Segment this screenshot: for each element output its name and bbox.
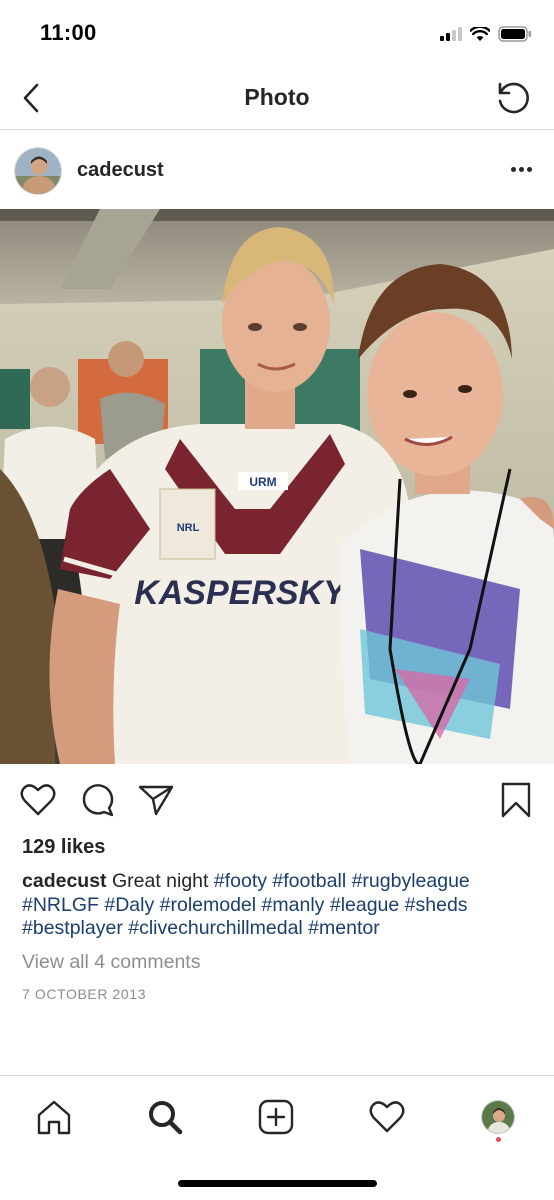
bookmark-icon bbox=[501, 782, 531, 818]
tab-profile[interactable] bbox=[475, 1094, 521, 1140]
hashtag[interactable]: #rolemodel bbox=[160, 894, 256, 916]
hashtag[interactable]: #rugbyleague bbox=[352, 870, 470, 892]
page-title: Photo bbox=[244, 84, 310, 110]
notification-dot bbox=[496, 1137, 501, 1142]
jersey-badge-text: NRL bbox=[177, 522, 200, 534]
tab-home[interactable] bbox=[31, 1094, 77, 1140]
hashtag[interactable]: #clivechurchillmedal bbox=[128, 917, 303, 939]
tab-activity[interactable] bbox=[364, 1094, 410, 1140]
more-dots-icon bbox=[510, 166, 516, 172]
share-button[interactable] bbox=[136, 780, 176, 820]
hashtag[interactable]: #footy bbox=[214, 870, 267, 892]
status-icons bbox=[440, 24, 532, 44]
home-icon bbox=[37, 1100, 71, 1135]
heart-icon bbox=[20, 784, 56, 816]
hashtag[interactable]: #mentor bbox=[308, 917, 380, 939]
status-bar: 11:00 bbox=[0, 0, 554, 66]
post-caption: cadecust Great night #footy #football #r… bbox=[22, 870, 537, 941]
jersey-sponsor-text: KASPERSKY bbox=[134, 574, 349, 612]
refresh-icon bbox=[498, 82, 529, 114]
battery-icon bbox=[498, 26, 531, 42]
nav-header: Photo bbox=[0, 66, 554, 130]
hashtag[interactable]: #Daly bbox=[104, 894, 154, 916]
save-button[interactable] bbox=[496, 780, 536, 820]
caption-text: Great night bbox=[111, 870, 209, 892]
more-options-button[interactable] bbox=[506, 157, 536, 181]
post-photo[interactable]: URM NRL KASPERSKY bbox=[0, 209, 554, 764]
tab-add-post[interactable] bbox=[253, 1094, 299, 1140]
signal-icon bbox=[440, 27, 462, 41]
activity-heart-icon bbox=[369, 1101, 405, 1133]
hashtag[interactable]: #NRLGF bbox=[22, 894, 99, 916]
profile-avatar bbox=[481, 1100, 515, 1134]
post-image: URM NRL KASPERSKY bbox=[0, 209, 554, 764]
refresh-button[interactable] bbox=[492, 77, 534, 119]
like-button[interactable] bbox=[18, 780, 58, 820]
hashtag[interactable]: #bestplayer bbox=[22, 917, 123, 939]
hashtag[interactable]: #manly bbox=[262, 894, 325, 916]
likes-count[interactable]: 129 likes bbox=[22, 836, 105, 859]
post-header: cadecust bbox=[0, 131, 554, 209]
status-time: 11:00 bbox=[40, 20, 97, 45]
home-indicator bbox=[178, 1180, 377, 1187]
post-actions bbox=[0, 764, 554, 836]
avatar[interactable] bbox=[14, 147, 62, 195]
tab-search[interactable] bbox=[142, 1094, 188, 1140]
post-username[interactable]: cadecust bbox=[77, 159, 164, 182]
post-date: 7 OCTOBER 2013 bbox=[22, 986, 147, 1002]
search-icon bbox=[149, 1101, 183, 1135]
hashtag[interactable]: #sheds bbox=[405, 894, 468, 916]
send-icon bbox=[138, 785, 174, 816]
view-comments-link[interactable]: View all 4 comments bbox=[22, 951, 200, 974]
hashtag[interactable]: #football bbox=[272, 870, 346, 892]
caption-username[interactable]: cadecust bbox=[22, 870, 107, 892]
add-post-icon bbox=[258, 1099, 294, 1135]
jersey-logo-text: URM bbox=[249, 475, 276, 489]
hashtag[interactable]: #league bbox=[330, 894, 399, 916]
comment-icon bbox=[82, 784, 114, 817]
wifi-icon bbox=[470, 26, 490, 41]
comment-button[interactable] bbox=[77, 780, 117, 820]
